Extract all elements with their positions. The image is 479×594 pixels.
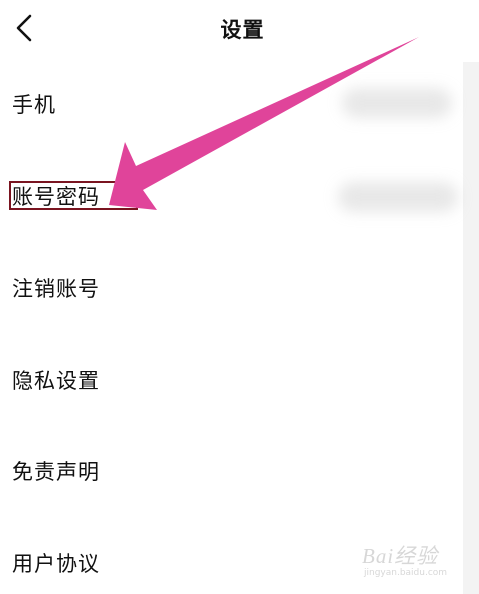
- settings-item-cancel-account[interactable]: 注销账号: [0, 258, 460, 318]
- nav-header: 设置: [0, 0, 479, 56]
- settings-item-label: 隐私设置: [12, 369, 100, 393]
- settings-item-phone[interactable]: 手机: [0, 74, 460, 134]
- settings-item-label: 注销账号: [12, 277, 100, 301]
- settings-item-label: 用户协议: [12, 552, 100, 576]
- settings-item-privacy[interactable]: 隐私设置: [0, 350, 460, 410]
- page-title: 设置: [220, 18, 265, 42]
- settings-item-label: 免责声明: [12, 460, 100, 484]
- side-panel: [463, 62, 479, 594]
- settings-item-disclaimer[interactable]: 免责声明: [0, 441, 460, 501]
- settings-item-label: 手机: [12, 93, 56, 117]
- highlight-box: [9, 181, 138, 210]
- watermark: Bai经验 jingyan.baidu.com: [362, 538, 472, 584]
- watermark-brand: Bai经验: [362, 544, 439, 568]
- watermark-url: jingyan.baidu.com: [364, 568, 448, 578]
